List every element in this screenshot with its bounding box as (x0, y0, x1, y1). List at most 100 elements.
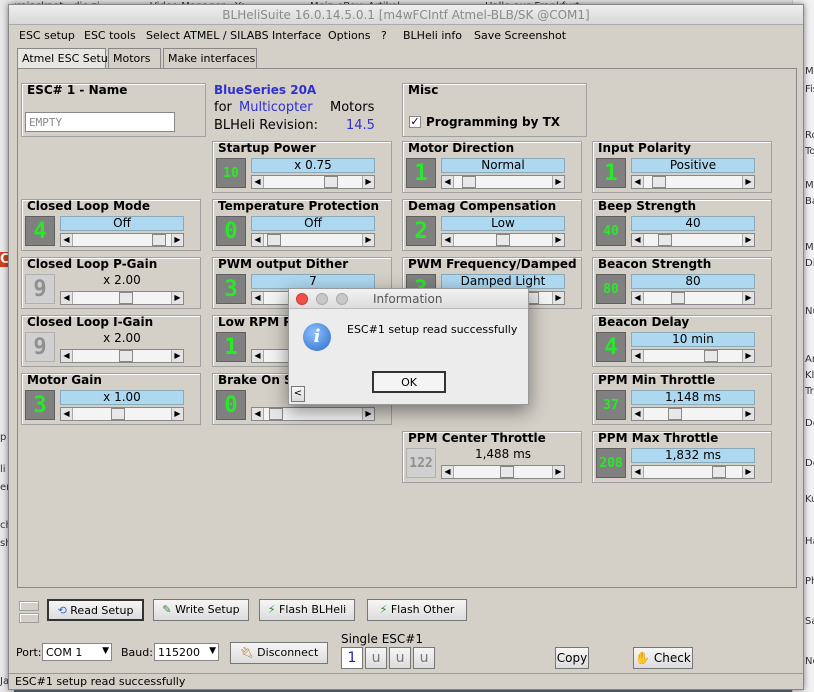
arrow-right-icon[interactable]: ▶ (552, 234, 564, 246)
arrow-right-icon[interactable]: ▶ (362, 408, 374, 420)
esc-name-input[interactable]: EMPTY (25, 112, 175, 132)
slider-thumb[interactable] (152, 234, 166, 246)
slider-thumb[interactable] (496, 234, 510, 246)
slider-thumb[interactable] (658, 234, 672, 246)
arrow-left-icon[interactable]: ◀ (252, 350, 264, 362)
arrow-right-icon[interactable]: ▶ (742, 234, 754, 246)
arrow-right-icon[interactable]: ▶ (742, 176, 754, 188)
beep-strength-slider[interactable]: ◀ ▶ (631, 233, 755, 247)
close-icon[interactable] (296, 293, 308, 305)
slider-thumb[interactable] (500, 466, 514, 478)
arrow-right-icon[interactable]: ▶ (171, 408, 183, 420)
ppm-max-throttle-slider[interactable]: ◀ ▶ (631, 465, 755, 479)
write-setup-button[interactable]: ✎ Write Setup (153, 599, 249, 621)
menu-save-screenshot[interactable]: Save Screenshot (474, 29, 566, 42)
arrow-left-icon[interactable]: ◀ (632, 350, 644, 362)
arrow-left-icon[interactable]: ◀ (632, 292, 644, 304)
arrow-left-icon[interactable]: ◀ (252, 234, 264, 246)
programming-by-tx-checkbox[interactable]: ✓ (409, 116, 421, 128)
brake-on-stop-slider[interactable]: ◀ ▶ (251, 407, 375, 421)
slider-thumb[interactable] (267, 234, 281, 246)
slider-thumb[interactable] (119, 350, 133, 362)
read-setup-button[interactable]: ⟲ Read Setup (47, 599, 144, 621)
copy-button[interactable]: Copy (555, 647, 589, 669)
arrow-left-icon[interactable]: ◀ (61, 292, 73, 304)
arrow-left-icon[interactable]: ◀ (632, 234, 644, 246)
arrow-right-icon[interactable]: ▶ (742, 350, 754, 362)
arrow-right-icon[interactable]: ▶ (742, 466, 754, 478)
zoom-icon[interactable] (336, 293, 348, 305)
startup-power-slider[interactable]: ◀ ▶ (251, 175, 375, 189)
menu-select-interface[interactable]: Select ATMEL / SILABS Interface (146, 29, 321, 42)
arrow-right-icon[interactable]: ▶ (742, 292, 754, 304)
arrow-left-icon[interactable]: ◀ (61, 408, 73, 420)
esc-slot-1[interactable]: 1 (341, 647, 363, 669)
arrow-left-icon[interactable]: ◀ (252, 292, 264, 304)
arrow-left-icon[interactable]: ◀ (442, 466, 454, 478)
tab-atmel-esc-setup[interactable]: Atmel ESC Setup (17, 48, 115, 69)
port-select[interactable]: COM 1 ▼ (42, 643, 112, 661)
arrow-left-icon[interactable]: ◀ (632, 176, 644, 188)
ppm-center-throttle-slider[interactable]: ◀ ▶ (441, 465, 565, 479)
arrow-right-icon[interactable]: ▶ (362, 234, 374, 246)
baud-select[interactable]: 115200 ▼ (154, 643, 219, 661)
dialog-left-arrow[interactable]: < (291, 386, 305, 402)
input-polarity-slider[interactable]: ◀ ▶ (631, 175, 755, 189)
closed-loop-p-gain-slider[interactable]: ◀ ▶ (60, 291, 184, 305)
arrow-right-icon[interactable]: ▶ (552, 176, 564, 188)
beacon-delay-slider[interactable]: ◀ ▶ (631, 349, 755, 363)
disconnect-button[interactable]: 🔌︎ Disconnect (230, 642, 328, 664)
arrow-right-icon[interactable]: ▶ (171, 234, 183, 246)
arrow-right-icon[interactable]: ▶ (552, 466, 564, 478)
slider-thumb[interactable] (119, 292, 133, 304)
slider-thumb[interactable] (269, 408, 283, 420)
esc-slot-3[interactable]: u (389, 647, 411, 669)
tab-make-interfaces[interactable]: Make interfaces (163, 48, 257, 68)
ppm-min-throttle-slider[interactable]: ◀ ▶ (631, 407, 755, 421)
arrow-left-icon[interactable]: ◀ (632, 466, 644, 478)
arrow-left-icon[interactable]: ◀ (61, 234, 73, 246)
esc-slot-4[interactable]: u (413, 647, 435, 669)
menu-help[interactable]: ? (381, 29, 387, 42)
motor-gain-slider[interactable]: ◀ ▶ (60, 407, 184, 421)
esc-select-lower[interactable] (19, 613, 39, 623)
slider-thumb[interactable] (652, 176, 666, 188)
slider-thumb[interactable] (324, 176, 338, 188)
minimize-icon[interactable] (316, 293, 328, 305)
ok-button[interactable]: OK (372, 371, 446, 393)
beep-strength-indicator: 40 (596, 216, 626, 246)
beacon-strength-slider[interactable]: ◀ ▶ (631, 291, 755, 305)
menu-esc-setup[interactable]: ESC setup (19, 29, 75, 42)
arrow-left-icon[interactable]: ◀ (632, 408, 644, 420)
motor-direction-slider[interactable]: ◀ ▶ (441, 175, 565, 189)
arrow-right-icon[interactable]: ▶ (171, 350, 183, 362)
slider-thumb[interactable] (671, 292, 685, 304)
arrow-right-icon[interactable]: ▶ (362, 176, 374, 188)
closed-loop-i-gain-slider[interactable]: ◀ ▶ (60, 349, 184, 363)
arrow-right-icon[interactable]: ▶ (742, 408, 754, 420)
menu-blheli-info[interactable]: BLHeli info (403, 29, 462, 42)
esc-slot-2[interactable]: u (365, 647, 387, 669)
flash-blheli-button[interactable]: ⚡ Flash BLHeli (259, 599, 355, 621)
check-button[interactable]: ✋ Check (633, 647, 693, 669)
arrow-left-icon[interactable]: ◀ (442, 176, 454, 188)
arrow-left-icon[interactable]: ◀ (442, 234, 454, 246)
closed-loop-mode-slider[interactable]: ◀ ▶ (60, 233, 184, 247)
demag-compensation-slider[interactable]: ◀ ▶ (441, 233, 565, 247)
arrow-left-icon[interactable]: ◀ (252, 408, 264, 420)
arrow-right-icon[interactable]: ▶ (552, 292, 564, 304)
arrow-left-icon[interactable]: ◀ (252, 176, 264, 188)
tab-motors[interactable]: Motors (108, 48, 161, 68)
slider-thumb[interactable] (111, 408, 125, 420)
menu-options[interactable]: Options (328, 29, 370, 42)
flash-other-button[interactable]: ⚡ Flash Other (367, 599, 467, 621)
arrow-right-icon[interactable]: ▶ (171, 292, 183, 304)
slider-thumb[interactable] (462, 176, 476, 188)
arrow-left-icon[interactable]: ◀ (61, 350, 73, 362)
slider-thumb[interactable] (704, 350, 718, 362)
slider-thumb[interactable] (712, 466, 726, 478)
slider-thumb[interactable] (668, 408, 682, 420)
temperature-protection-slider[interactable]: ◀ ▶ (251, 233, 375, 247)
menu-esc-tools[interactable]: ESC tools (84, 29, 136, 42)
esc-select-upper[interactable] (19, 601, 39, 611)
